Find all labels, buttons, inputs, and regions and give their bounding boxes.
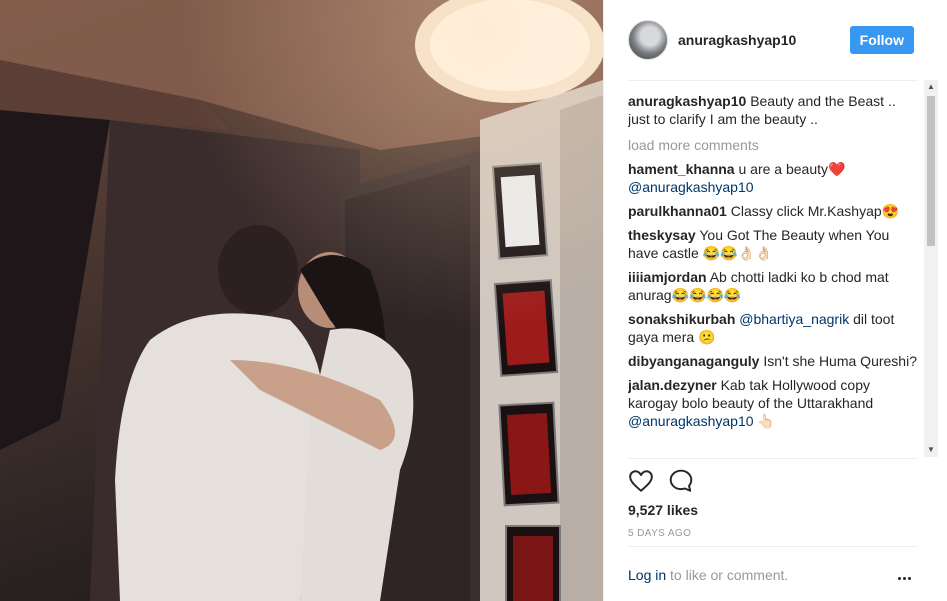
comment-username[interactable]: jalan.dezyner — [628, 377, 717, 393]
comment-username[interactable]: iiiiamjordan — [628, 269, 707, 285]
comments-list: anuragkashyap10 Beauty and the Beast .. … — [628, 92, 918, 460]
post-actions — [628, 468, 694, 494]
comment-username[interactable]: sonakshikurbah — [628, 311, 735, 327]
caption: anuragkashyap10 Beauty and the Beast .. … — [628, 92, 918, 128]
load-more-comments-link[interactable]: load more comments — [628, 136, 918, 154]
comment-mention[interactable]: @anuragkashyap10 — [628, 413, 754, 429]
scroll-down-arrow-icon[interactable]: ▼ — [924, 443, 938, 457]
comments-scrollbar[interactable]: ▲ ▼ — [924, 80, 938, 457]
likes-count[interactable]: 9,527 likes — [628, 502, 698, 518]
comment-text: Isn't she Huma Qureshi? — [763, 353, 917, 369]
comment-item: jalan.dezyner Kab tak Hollywood copy kar… — [628, 376, 918, 430]
login-link[interactable]: Log in — [628, 567, 666, 583]
comment-item: dibyanganaganguly Isn't she Huma Qureshi… — [628, 352, 918, 370]
comment-text: u are a beauty❤️ — [738, 161, 846, 177]
comment-username[interactable]: dibyanganaganguly — [628, 353, 759, 369]
login-prompt-text: to like or comment. — [666, 567, 789, 583]
header-divider — [628, 80, 918, 81]
comment-text: Classy click Mr.Kashyap😍 — [730, 203, 900, 219]
comment-item: sonakshikurbah @bhartiya_nagrik dil toot… — [628, 310, 918, 346]
comment-username[interactable]: hament_khanna — [628, 161, 735, 177]
comment-item: hament_khanna u are a beauty❤️ @anuragka… — [628, 160, 918, 196]
post-sidebar: anuragkashyap10 Follow anuragkashyap10 B… — [603, 0, 947, 601]
login-prompt: Log in to like or comment. — [628, 567, 918, 583]
avatar[interactable] — [628, 20, 668, 60]
caption-username[interactable]: anuragkashyap10 — [628, 93, 746, 109]
comment-item: parulkhanna01 Classy click Mr.Kashyap😍 — [628, 202, 918, 220]
footer-divider — [628, 546, 918, 547]
post-header: anuragkashyap10 Follow — [604, 0, 938, 80]
author-username[interactable]: anuragkashyap10 — [678, 32, 850, 48]
photo-scene — [0, 0, 603, 601]
more-options-icon[interactable] — [898, 567, 918, 583]
comment-username[interactable]: theskysay — [628, 227, 696, 243]
actions-divider — [628, 458, 918, 459]
comment-username[interactable]: parulkhanna01 — [628, 203, 727, 219]
heart-icon[interactable] — [628, 468, 654, 494]
comment-mention[interactable]: @bhartiya_nagrik — [739, 311, 849, 327]
comment-item: iiiiamjordan Ab chotti ladki ko b chod m… — [628, 268, 918, 304]
scrollbar-thumb[interactable] — [927, 96, 935, 246]
comment-item: theskysay You Got The Beauty when You ha… — [628, 226, 918, 262]
follow-button[interactable]: Follow — [849, 26, 914, 54]
comment-text: 👆🏻 — [753, 413, 775, 429]
post-timestamp: 5 DAYS AGO — [628, 528, 692, 539]
comment-mention[interactable]: @anuragkashyap10 — [628, 179, 754, 195]
speech-bubble-icon[interactable] — [668, 468, 694, 494]
scroll-up-arrow-icon[interactable]: ▲ — [924, 80, 938, 94]
post-photo[interactable] — [0, 0, 603, 601]
